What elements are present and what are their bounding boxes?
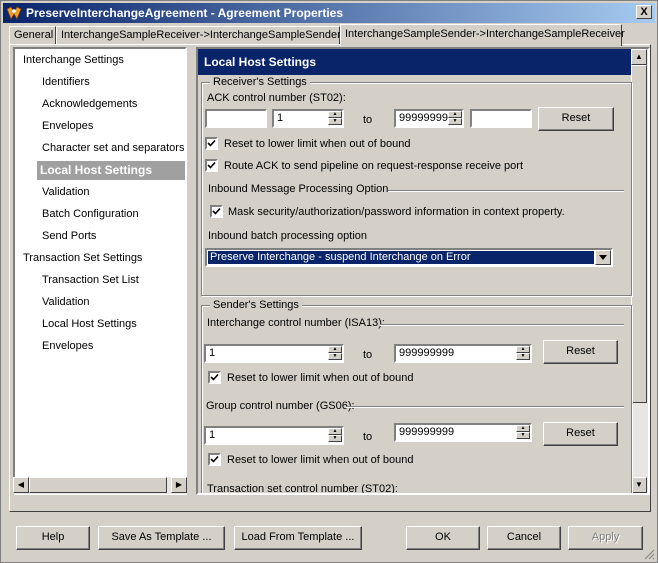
checkmark-icon [207,139,216,147]
tab-receiver-to-sender[interactable]: InterchangeSampleReceiver->InterchangeSa… [56,26,341,45]
help-button[interactable]: Help [16,526,90,550]
tree-item-ts-validation[interactable]: Validation [39,293,93,312]
apply-button[interactable]: Apply [568,526,643,550]
tree-item-local-host-settings-selected[interactable]: Local Host Settings [37,161,185,180]
inbound-section-label: Inbound Message Processing Option [208,183,389,195]
route-ack-checkbox[interactable] [205,159,218,172]
tree-item-acknowledgements[interactable]: Acknowledgements [39,95,140,114]
agreement-properties-window: PreserveInterchangeAgreement - Agreement… [0,0,658,563]
isa-to-spin-icon[interactable]: ▲ ▼ [516,346,530,361]
checkmark-icon [212,207,221,215]
gs-reset-checkbox[interactable] [208,453,221,466]
ack-suffix-field[interactable] [470,109,532,128]
cancel-button[interactable]: Cancel [487,526,561,550]
scroll-down-icon[interactable]: ▼ [631,477,647,493]
receiver-settings-title: Receiver's Settings [210,76,310,88]
gs-to-stepper[interactable]: 999999999 ▲ ▼ [394,423,532,442]
ack-from-value: 1 [277,112,284,124]
tree-item-transaction-set-settings[interactable]: Transaction Set Settings [20,249,145,268]
gs-from-value: 1 [209,429,216,441]
isa-reset-check-label: Reset to lower limit when out of bound [227,372,414,384]
isa-from-stepper[interactable]: 1 ▲ ▼ [204,344,344,363]
mask-security-checkbox[interactable] [210,205,223,218]
scroll-right-icon[interactable]: ▶ [171,477,187,493]
gs-from-stepper[interactable]: 1 ▲ ▼ [204,426,344,445]
title-bar[interactable]: PreserveInterchangeAgreement - Agreement… [3,3,655,23]
tree-item-interchange-settings[interactable]: Interchange Settings [20,51,127,70]
tree-item-batch-configuration[interactable]: Batch Configuration [39,205,142,224]
biztalk-app-icon [6,5,22,21]
route-ack-check-label: Route ACK to send pipeline on request-re… [224,160,524,172]
panel-vertical-scrollbar[interactable]: ▲ ▼ [631,49,648,493]
gs-to-spin-icon[interactable]: ▲ ▼ [516,425,530,440]
gs-to-label: to [363,431,373,443]
gs-label: Group control number (GS06): [206,400,355,412]
resize-grip-icon[interactable] [643,548,655,560]
ack-from-stepper[interactable]: 1 ▲ ▼ [272,109,344,128]
window-title: PreserveInterchangeAgreement - Agreement… [26,6,344,20]
isa-to-value: 999999999 [399,347,455,359]
isa-divider [380,324,624,326]
panel-header: Local Host Settings [198,49,634,75]
load-from-template-button[interactable]: Load From Template ... [234,526,362,550]
tree-item-ts-local-host-settings[interactable]: Local Host Settings [39,315,140,334]
checkmark-icon [207,161,216,169]
scroll-thumb[interactable] [29,477,167,493]
sender-settings-title: Sender's Settings [210,299,302,311]
gs-to-value: 999999999 [399,426,455,438]
isa-reset-checkbox[interactable] [208,371,221,384]
isa-reset-button[interactable]: Reset [543,340,618,364]
tab-sender-to-receiver[interactable]: InterchangeSampleSender->InterchangeSamp… [340,24,625,46]
gs-reset-button[interactable]: Reset [543,422,618,446]
isa-from-spin-icon[interactable]: ▲ ▼ [328,346,342,361]
tree-item-character-set[interactable]: Character set and separators [39,139,185,158]
tree-horizontal-scrollbar[interactable]: ◀ ▶ [13,477,187,494]
save-as-template-button[interactable]: Save As Template ... [98,526,225,550]
scroll-left-icon[interactable]: ◀ [13,477,29,493]
ack-control-number-label: ACK control number (ST02): [207,92,346,104]
batch-option-value: Preserve Interchange - suspend Interchan… [208,251,594,264]
ack-to-value: 99999999 [399,112,448,124]
isa-to-stepper[interactable]: 999999999 ▲ ▼ [394,344,532,363]
checkmark-icon [210,373,219,381]
scroll-up-icon[interactable]: ▲ [631,49,647,65]
isa-to-label: to [363,349,373,361]
gs-from-spin-icon[interactable]: ▲ ▼ [328,428,342,443]
tree-item-send-ports[interactable]: Send Ports [39,227,99,246]
tree-item-ts-envelopes[interactable]: Envelopes [39,337,96,356]
tree-item-transaction-set-list[interactable]: Transaction Set List [39,271,142,290]
local-host-settings-panel: Local Host Settings ▲ ▼ Receiver's Setti… [196,47,650,495]
batch-option-select[interactable]: Preserve Interchange - suspend Interchan… [205,248,613,267]
scroll-thumb-vertical[interactable] [631,65,647,403]
ack-to-label: to [363,114,373,126]
settings-tree[interactable]: Interchange Settings Identifiers Acknowl… [13,47,187,495]
gs-reset-check-label: Reset to lower limit when out of bound [227,454,414,466]
close-button[interactable]: X [636,5,652,19]
gs-divider [346,406,624,408]
st-label: Transaction set control number (ST02): [207,483,398,495]
inbound-section-divider [388,190,624,192]
isa-label: Interchange control number (ISA13): [207,317,385,329]
ok-button[interactable]: OK [406,526,480,550]
tree-item-identifiers[interactable]: Identifiers [39,73,93,92]
ack-reset-button[interactable]: Reset [538,107,614,131]
ack-to-stepper[interactable]: 99999999 ▲ ▼ [394,109,464,128]
tab-general[interactable]: General [9,26,56,45]
checkmark-icon [210,455,219,463]
batch-option-label: Inbound batch processing option [208,230,368,242]
dropdown-arrow-icon[interactable] [595,250,611,265]
tree-item-validation[interactable]: Validation [39,183,93,202]
ack-reset-check-label: Reset to lower limit when out of bound [224,138,411,150]
mask-security-check-label: Mask security/authorization/password inf… [228,206,565,218]
ack-to-spin-icon[interactable]: ▲ ▼ [448,111,462,126]
isa-from-value: 1 [209,347,216,359]
tree-item-envelopes[interactable]: Envelopes [39,117,96,136]
close-icon: X [640,6,648,18]
ack-reset-checkbox[interactable] [205,137,218,150]
ack-from-spin-icon[interactable]: ▲ ▼ [328,111,342,126]
ack-prefix-field[interactable] [205,109,267,128]
